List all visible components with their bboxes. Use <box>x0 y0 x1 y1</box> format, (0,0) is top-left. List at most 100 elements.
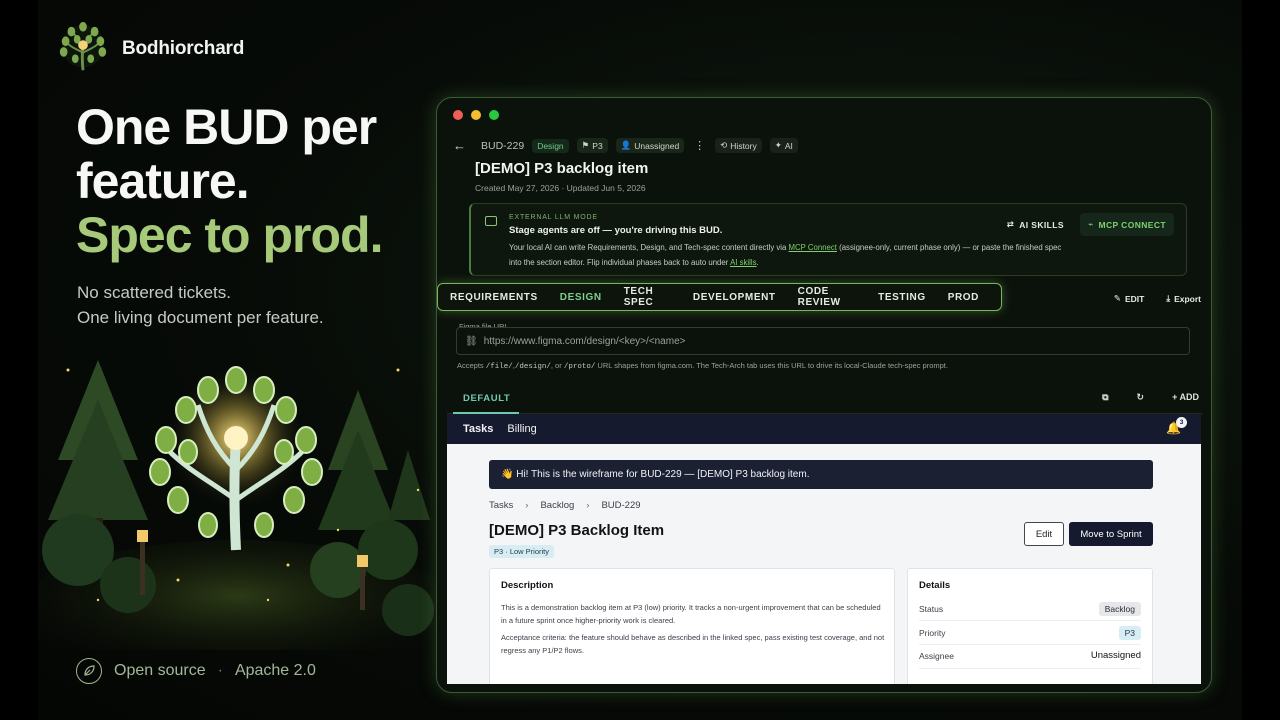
nav-billing[interactable]: Billing <box>507 423 536 435</box>
license-footer: Open source · Apache 2.0 <box>76 658 316 684</box>
ai-skills-link[interactable]: AI skills <box>730 258 756 267</box>
history-icon: ⟲ <box>720 140 728 150</box>
figma-hint-code-3: /proto/ <box>563 363 596 371</box>
hero-subcopy: No scattered tickets. One living documen… <box>77 280 324 330</box>
figma-url-placeholder: https://www.figma.com/design/<key>/<name… <box>483 335 686 347</box>
bud-id: BUD-229 <box>481 139 525 152</box>
brand-name: Bodhiorchard <box>122 38 245 59</box>
detail-status: Status Backlog <box>919 602 1141 616</box>
user-icon: 👤 <box>620 140 632 150</box>
priority-chip[interactable]: ⚑ P3 <box>576 138 608 153</box>
maximize-window-button[interactable] <box>489 110 499 120</box>
tab-testing[interactable]: TESTING <box>878 292 926 303</box>
tab-prod[interactable]: PROD <box>948 292 979 303</box>
ai-label: AI <box>784 140 793 151</box>
mcp-connect-link[interactable]: MCP Connect <box>789 243 837 252</box>
add-button[interactable]: + ADD <box>1172 392 1199 403</box>
figma-hint-code-1: /file/ <box>485 363 513 371</box>
external-llm-notice: EXTERNAL LLM MODE Stage agents are off —… <box>469 203 1187 276</box>
download-icon: ⤓ <box>1166 293 1171 303</box>
tab-design[interactable]: DESIGN <box>560 292 602 303</box>
more-menu-icon[interactable]: ⋮ <box>692 139 707 152</box>
welcome-banner: 👋 Hi! This is the wireframe for BUD-229 … <box>489 460 1153 489</box>
history-button[interactable]: ⟲ History <box>715 138 762 153</box>
status-badge: Backlog <box>1098 602 1141 616</box>
crumb-bud: BUD-229 <box>601 500 641 511</box>
flag-icon: ⚑ <box>581 140 590 150</box>
arrow-left-icon[interactable]: ← <box>453 138 467 153</box>
wireframe-preview: Tasks Billing 🔔 3 👋 Hi! This is the wire… <box>447 414 1201 684</box>
llm-body-text-1: Your local AI can write Requirements, De… <box>509 243 789 252</box>
detail-assignee: Assignee Unassigned <box>919 650 1141 661</box>
assignee-value: Unassigned <box>1090 650 1141 661</box>
detail-priority-label: Priority <box>919 628 946 638</box>
close-window-button[interactable] <box>453 110 463 120</box>
mcp-connect-label: MCP CONNECT <box>1098 219 1166 230</box>
open-source-label: Open source <box>114 662 206 679</box>
tab-tech-spec[interactable]: TECH SPEC <box>624 286 671 308</box>
ai-button[interactable]: ✦ AI <box>769 138 798 153</box>
sliders-icon: ⇄ <box>1006 219 1015 229</box>
detail-priority: Priority P3 <box>919 626 1141 640</box>
llm-mode-label: EXTERNAL LLM MODE <box>509 214 598 221</box>
acceptance-criteria: Acceptance criteria: the feature should … <box>501 633 885 655</box>
crumb-backlog[interactable]: Backlog <box>540 500 574 511</box>
brand: Bodhiorchard <box>54 20 244 78</box>
priority-badge: P3 · Low Priority <box>489 545 555 558</box>
wireframe-title: [DEMO] P3 Backlog Item <box>489 522 665 539</box>
tab-code-review[interactable]: CODE REVIEW <box>798 286 857 308</box>
description-paragraph: This is a demonstration backlog item at … <box>501 603 881 625</box>
nav-tasks[interactable]: Tasks <box>463 423 493 435</box>
headline-line-1: One BUD per <box>76 99 377 155</box>
phase-tabs: REQUIREMENTS DESIGN TECH SPEC DEVELOPMEN… <box>437 283 1002 311</box>
detail-status-label: Status <box>919 604 944 614</box>
mcp-connect-button[interactable]: ⌁ MCP CONNECT <box>1079 213 1174 236</box>
notification-badge: 3 <box>1176 417 1187 428</box>
item-topbar: ← BUD-229 Design ⚑ P3 👤 Unassigned ⋮ ⟲ H… <box>453 138 798 153</box>
figma-hint-or: , or <box>550 361 564 370</box>
ai-skills-button[interactable]: ⇄ AI SKILLS <box>999 213 1072 236</box>
tree-logo-icon <box>59 21 107 71</box>
leaf-icon <box>76 658 102 684</box>
window-controls <box>453 110 499 120</box>
llm-body-text-3: . <box>756 257 759 267</box>
app-window: ← BUD-229 Design ⚑ P3 👤 Unassigned ⋮ ⟲ H… <box>436 97 1212 693</box>
headline-line-2: feature. <box>76 153 250 209</box>
llm-actions: ⇄ AI SKILLS ⌁ MCP CONNECT <box>999 213 1174 236</box>
subcopy-line-2: One living document per feature. <box>77 308 324 327</box>
item-title: [DEMO] P3 backlog item <box>475 160 649 177</box>
figma-url-input[interactable]: ⛓ https://www.figma.com/design/<key>/<na… <box>456 327 1190 355</box>
license-label: Apache 2.0 <box>234 662 316 679</box>
description-card: Description This is a demonstration back… <box>489 568 895 684</box>
figma-hint-text-2: URL shapes from figma.com. The Tech-Arch… <box>595 361 948 370</box>
item-meta: Created May 27, 2026 · Updated Jun 5, 20… <box>475 183 646 193</box>
crumb-separator: › <box>586 500 590 511</box>
pencil-icon: ✎ <box>1113 293 1121 303</box>
export-button[interactable]: ⤓ Export <box>1166 293 1201 304</box>
subcopy-line-1: No scattered tickets. <box>77 283 232 302</box>
refresh-icon[interactable]: ↻ <box>1137 392 1145 403</box>
minimize-window-button[interactable] <box>471 110 481 120</box>
edit-button[interactable]: ✎ EDIT <box>1114 293 1145 304</box>
hero-headline: One BUD per feature. Spec to prod. <box>76 99 383 263</box>
detail-assignee-label: Assignee <box>919 650 954 661</box>
llm-headline: Stage agents are off — you're driving th… <box>509 225 723 236</box>
priority-chip-label: P3 <box>592 140 603 151</box>
headline-line-3: Spec to prod. <box>76 207 383 263</box>
wireframe-edit-button[interactable]: Edit <box>1024 522 1064 546</box>
tab-default[interactable]: DEFAULT <box>463 393 510 404</box>
phase-chip[interactable]: Design <box>532 138 569 153</box>
move-to-sprint-button[interactable]: Move to Sprint <box>1069 522 1153 546</box>
description-heading: Description <box>501 580 554 591</box>
priority-value-badge: P3 <box>1118 626 1141 640</box>
subtab-actions: ⧉ ↻ + ADD <box>1102 392 1199 403</box>
divider <box>919 644 1141 645</box>
history-label: History <box>730 140 757 151</box>
tab-requirements[interactable]: REQUIREMENTS <box>450 292 538 303</box>
crumb-tasks[interactable]: Tasks <box>489 500 513 511</box>
tab-development[interactable]: DEVELOPMENT <box>693 292 776 303</box>
external-link-icon[interactable]: ⧉ <box>1102 392 1108 403</box>
breadcrumb: Tasks › Backlog › BUD-229 <box>489 500 641 511</box>
ai-skills-label: AI SKILLS <box>1019 219 1064 230</box>
assignee-chip[interactable]: 👤 Unassigned <box>615 138 685 153</box>
